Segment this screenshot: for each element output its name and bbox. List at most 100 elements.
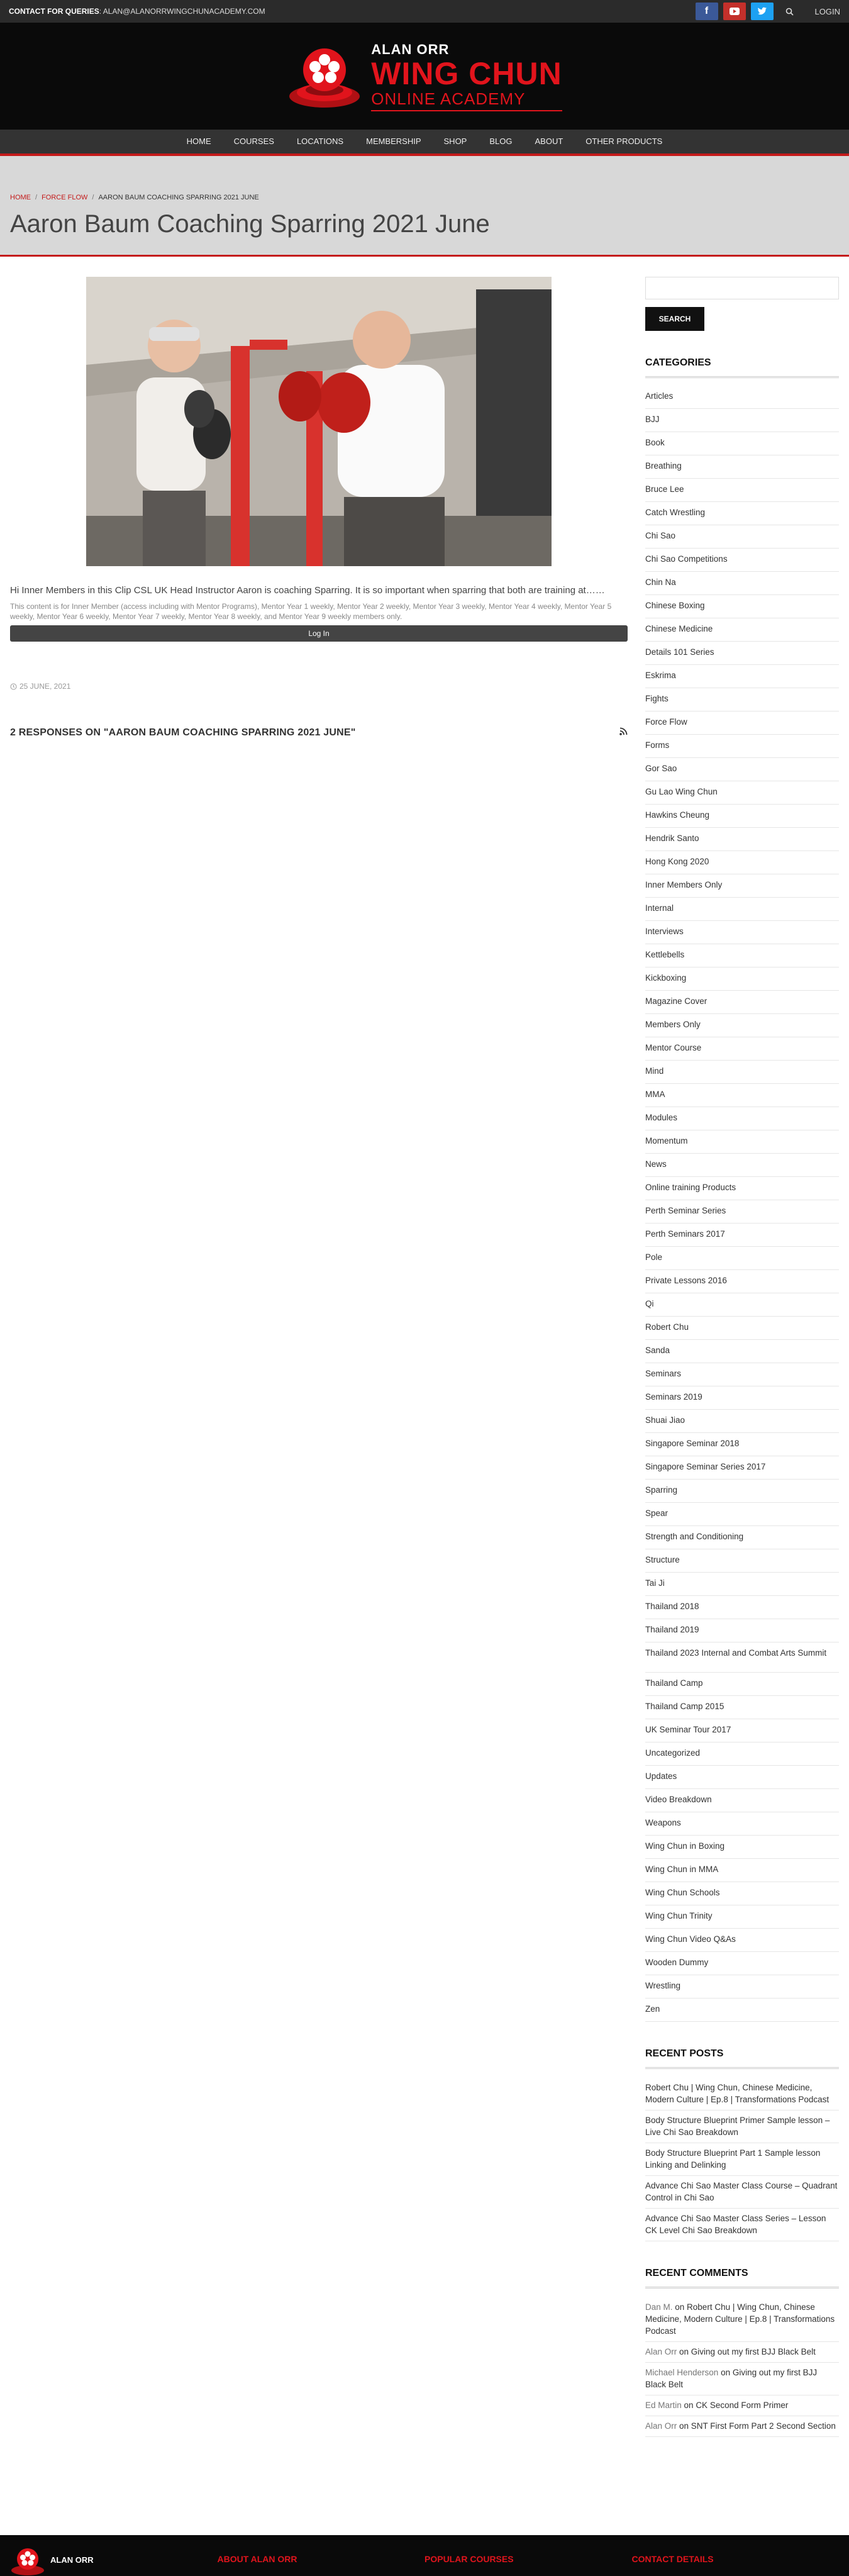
category-link[interactable]: Kettlebells — [645, 944, 839, 967]
category-link[interactable]: Perth Seminars 2017 — [645, 1224, 839, 1247]
nav-shop[interactable]: SHOP — [433, 128, 479, 155]
category-link[interactable]: Sanda — [645, 1340, 839, 1363]
recent-post-link[interactable]: Body Structure Blueprint Part 1 Sample l… — [645, 2143, 839, 2176]
category-link[interactable]: Qi — [645, 1293, 839, 1317]
category-link[interactable]: Wooden Dummy — [645, 1952, 839, 1975]
login-link[interactable]: LOGIN — [815, 7, 840, 16]
comment-author[interactable]: Alan Orr — [645, 2421, 677, 2431]
category-link[interactable]: Mentor Course — [645, 1037, 839, 1061]
category-link[interactable]: Hawkins Cheung — [645, 805, 839, 828]
category-link[interactable]: Modules — [645, 1107, 839, 1130]
category-link[interactable]: Chin Na — [645, 572, 839, 595]
login-button[interactable]: Log In — [10, 625, 628, 642]
category-link[interactable]: MMA — [645, 1084, 839, 1107]
category-link[interactable]: Shuai Jiao — [645, 1410, 839, 1433]
category-link[interactable]: Chinese Boxing — [645, 595, 839, 618]
category-link[interactable]: Private Lessons 2016 — [645, 1270, 839, 1293]
category-link[interactable]: Seminars — [645, 1363, 839, 1386]
category-link[interactable]: Thailand Camp — [645, 1673, 839, 1696]
category-link[interactable]: Inner Members Only — [645, 874, 839, 898]
facebook-icon[interactable]: f — [695, 3, 718, 20]
category-link[interactable]: Chinese Medicine — [645, 618, 839, 642]
search-button[interactable]: SEARCH — [645, 307, 704, 331]
youtube-icon[interactable] — [723, 3, 746, 20]
category-link[interactable]: Sparring — [645, 1480, 839, 1503]
footer-logo[interactable]: ALAN ORR — [10, 2535, 218, 2576]
category-link[interactable]: Updates — [645, 1766, 839, 1789]
category-link[interactable]: Thailand 2023 Internal and Combat Arts S… — [645, 1642, 839, 1673]
nav-home[interactable]: HOME — [175, 128, 223, 155]
rss-icon[interactable] — [619, 727, 628, 739]
category-link[interactable]: Video Breakdown — [645, 1789, 839, 1812]
category-link[interactable]: Wing Chun in MMA — [645, 1859, 839, 1882]
category-link[interactable]: Magazine Cover — [645, 991, 839, 1014]
category-link[interactable]: Hendrik Santo — [645, 828, 839, 851]
category-link[interactable]: Gor Sao — [645, 758, 839, 781]
contact-email[interactable]: : ALAN@ALANORRWINGCHUNACADEMY.COM — [99, 7, 265, 16]
category-link[interactable]: Thailand 2019 — [645, 1619, 839, 1642]
category-link[interactable]: Chi Sao Competitions — [645, 549, 839, 572]
category-link[interactable]: Catch Wrestling — [645, 502, 839, 525]
category-link[interactable]: Structure — [645, 1549, 839, 1573]
category-link[interactable]: Spear — [645, 1503, 839, 1526]
comment-author[interactable]: Alan Orr — [645, 2347, 677, 2356]
recent-post-link[interactable]: Body Structure Blueprint Primer Sample l… — [645, 2110, 839, 2143]
breadcrumb-home[interactable]: HOME — [10, 194, 31, 201]
category-link[interactable]: Articles — [645, 386, 839, 409]
category-link[interactable]: Mind — [645, 1061, 839, 1084]
featured-image[interactable] — [86, 277, 552, 566]
nav-blog[interactable]: BLOG — [478, 128, 523, 155]
category-link[interactable]: Force Flow — [645, 711, 839, 735]
category-link[interactable]: Eskrima — [645, 665, 839, 688]
category-link[interactable]: Bruce Lee — [645, 479, 839, 502]
recent-post-link[interactable]: Advance Chi Sao Master Class Series – Le… — [645, 2209, 839, 2241]
category-link[interactable]: Internal — [645, 898, 839, 921]
category-link[interactable]: BJJ — [645, 409, 839, 432]
category-link[interactable]: Online training Products — [645, 1177, 839, 1200]
search-input[interactable] — [645, 277, 839, 299]
twitter-icon[interactable] — [750, 3, 774, 20]
category-link[interactable]: Singapore Seminar Series 2017 — [645, 1456, 839, 1480]
category-link[interactable]: Breathing — [645, 455, 839, 479]
category-link[interactable]: Kickboxing — [645, 967, 839, 991]
comment-post-link[interactable]: SNT First Form Part 2 Second Section — [691, 2421, 836, 2431]
category-link[interactable]: Seminars 2019 — [645, 1386, 839, 1410]
category-link[interactable]: Book — [645, 432, 839, 455]
category-link[interactable]: Gu Lao Wing Chun — [645, 781, 839, 805]
category-link[interactable]: Pole — [645, 1247, 839, 1270]
category-link[interactable]: Wing Chun Video Q&As — [645, 1929, 839, 1952]
category-link[interactable]: Members Only — [645, 1014, 839, 1037]
category-link[interactable]: News — [645, 1154, 839, 1177]
category-link[interactable]: Fights — [645, 688, 839, 711]
category-link[interactable]: Thailand 2018 — [645, 1596, 839, 1619]
site-logo[interactable]: ALAN ORR WING CHUN ONLINE ACADEMY — [287, 38, 562, 114]
nav-about[interactable]: ABOUT — [523, 128, 574, 155]
nav-membership[interactable]: MEMBERSHIP — [355, 128, 432, 155]
category-link[interactable]: Wrestling — [645, 1975, 839, 1999]
category-link[interactable]: Wing Chun Trinity — [645, 1905, 839, 1929]
recent-post-link[interactable]: Robert Chu | Wing Chun, Chinese Medicine… — [645, 2078, 839, 2110]
category-link[interactable]: Hong Kong 2020 — [645, 851, 839, 874]
nav-courses[interactable]: COURSES — [223, 128, 286, 155]
category-link[interactable]: Forms — [645, 735, 839, 758]
category-link[interactable]: Singapore Seminar 2018 — [645, 1433, 839, 1456]
category-link[interactable]: Perth Seminar Series — [645, 1200, 839, 1224]
category-link[interactable]: Strength and Conditioning — [645, 1526, 839, 1549]
comment-post-link[interactable]: Giving out my first BJJ Black Belt — [691, 2347, 816, 2356]
category-link[interactable]: Tai Ji — [645, 1573, 839, 1596]
comment-author[interactable]: Ed Martin — [645, 2400, 682, 2410]
category-link[interactable]: Interviews — [645, 921, 839, 944]
comment-post-link[interactable]: CK Second Form Primer — [696, 2400, 788, 2410]
category-link[interactable]: Wing Chun in Boxing — [645, 1836, 839, 1859]
category-link[interactable]: Weapons — [645, 1812, 839, 1836]
category-link[interactable]: Momentum — [645, 1130, 839, 1154]
breadcrumb-category[interactable]: FORCE FLOW — [42, 194, 87, 201]
comment-author[interactable]: Michael Henderson — [645, 2368, 718, 2377]
nav-locations[interactable]: LOCATIONS — [286, 128, 355, 155]
category-link[interactable]: Thailand Camp 2015 — [645, 1696, 839, 1719]
comment-author[interactable]: Dan M. — [645, 2302, 673, 2312]
recent-post-link[interactable]: Advance Chi Sao Master Class Course – Qu… — [645, 2176, 839, 2209]
category-link[interactable]: Wing Chun Schools — [645, 1882, 839, 1905]
category-link[interactable]: Details 101 Series — [645, 642, 839, 665]
category-link[interactable]: UK Seminar Tour 2017 — [645, 1719, 839, 1742]
